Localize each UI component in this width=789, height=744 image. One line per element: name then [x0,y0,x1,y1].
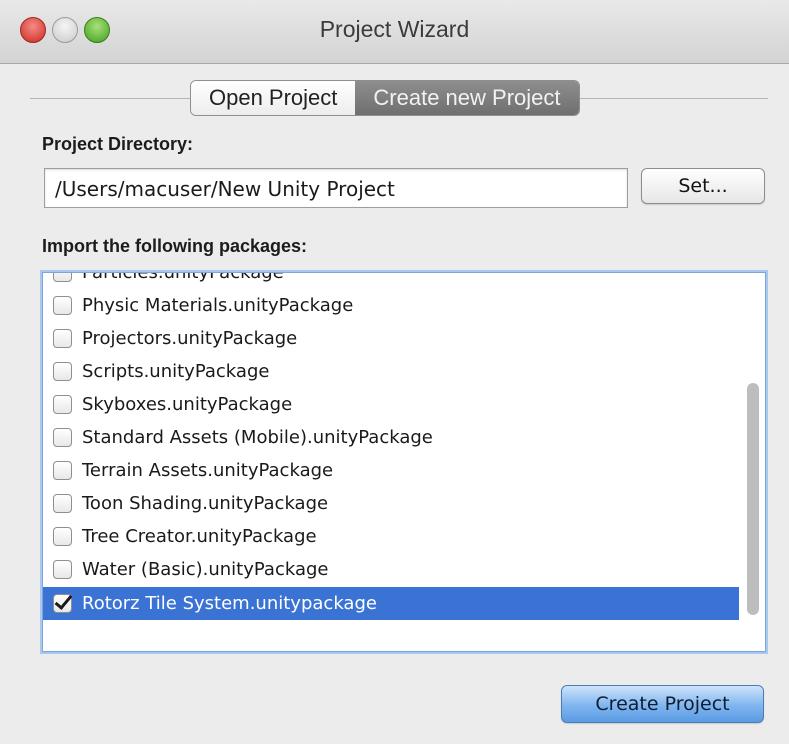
window-title: Project Wizard [319,16,470,42]
package-checkbox[interactable] [53,395,72,414]
package-checkbox[interactable] [53,296,72,315]
project-directory-field[interactable]: /Users/macuser/New Unity Project [44,168,628,208]
title-bar: Project Wizard [0,0,789,64]
package-checkbox[interactable] [53,428,72,447]
project-directory-label: Project Directory: [42,134,194,154]
package-name: Terrain Assets.unityPackage [82,460,334,481]
package-name: Rotorz Tile System.unitypackage [82,593,377,614]
package-checkbox[interactable] [53,560,72,579]
package-name: Standard Assets (Mobile).unityPackage [82,427,433,448]
project-mode-tabs: Open Project Create new Project [190,80,580,116]
import-packages-label: Import the following packages: [42,236,308,256]
package-item-rotorz-tile-system[interactable]: Rotorz Tile System.unitypackage [43,587,739,620]
tab-create-new-project[interactable]: Create new Project [355,81,579,115]
package-checkbox[interactable] [53,329,72,348]
project-wizard-window: Project Wizard Open Project Create new P… [0,0,789,744]
package-checkbox[interactable] [53,273,72,282]
package-checkbox-checked[interactable] [53,594,72,613]
package-item-tree-creator[interactable]: Tree Creator.unityPackage [43,520,739,553]
package-name: Skyboxes.unityPackage [82,394,293,415]
package-checkbox[interactable] [53,494,72,513]
package-name: Tree Creator.unityPackage [82,526,317,547]
package-checkbox[interactable] [53,461,72,480]
package-name: Toon Shading.unityPackage [82,493,329,514]
package-checkbox[interactable] [53,527,72,546]
package-checkbox[interactable] [53,362,72,381]
package-list[interactable]: Particles.unityPackage Physic Materials.… [42,272,766,652]
package-item-physic-materials[interactable]: Physic Materials.unityPackage [43,289,739,322]
tab-open-project[interactable]: Open Project [191,81,356,115]
package-name: Physic Materials.unityPackage [82,295,354,316]
package-item-terrain-assets[interactable]: Terrain Assets.unityPackage [43,454,739,487]
package-item-toon-shading[interactable]: Toon Shading.unityPackage [43,487,739,520]
set-directory-button[interactable]: Set... [641,168,765,204]
create-project-button[interactable]: Create Project [561,685,764,723]
package-list-scrollbar[interactable] [747,383,759,615]
package-item-particles[interactable]: Particles.unityPackage [43,272,739,289]
package-name: Water (Basic).unityPackage [82,559,329,580]
package-item-projectors[interactable]: Projectors.unityPackage [43,322,739,355]
package-name: Projectors.unityPackage [82,328,298,349]
package-name: Scripts.unityPackage [82,361,270,382]
package-item-standard-assets-mobile[interactable]: Standard Assets (Mobile).unityPackage [43,421,739,454]
package-item-skyboxes[interactable]: Skyboxes.unityPackage [43,388,739,421]
package-name: Particles.unityPackage [82,272,284,283]
package-item-water-basic[interactable]: Water (Basic).unityPackage [43,553,739,586]
package-item-scripts[interactable]: Scripts.unityPackage [43,355,739,388]
